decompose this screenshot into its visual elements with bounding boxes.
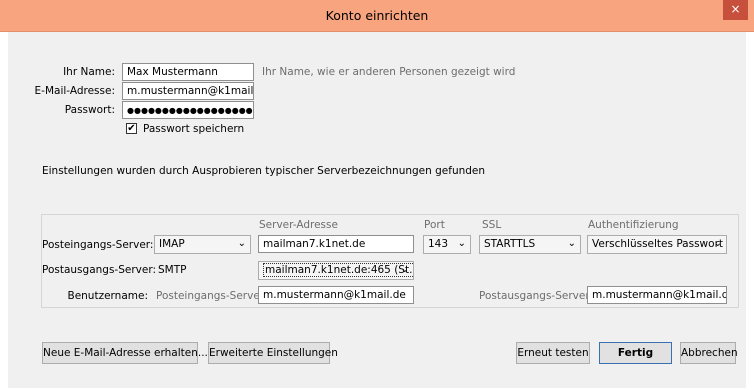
new-address-button[interactable]: Neue E-Mail-Adresse erhalten...: [42, 342, 208, 364]
save-password-checkbox[interactable]: ✔: [126, 123, 137, 134]
window-title: Konto einrichten: [325, 8, 429, 23]
header-ssl: SSL: [482, 219, 502, 231]
outgoing-server-select[interactable]: mailman7.k1net.de:465 (St... ⌄: [258, 261, 414, 280]
cancel-button[interactable]: Abbrechen: [680, 342, 738, 364]
incoming-protocol-select[interactable]: IMAP ⌄: [154, 235, 251, 254]
title-bar: Konto einrichten ×: [0, 0, 754, 32]
outgoing-server-label: Postausgangs-Server:: [42, 264, 156, 276]
save-password-label[interactable]: Passwort speichern: [143, 123, 244, 135]
header-authentication: Authentifizierung: [588, 219, 679, 231]
server-settings-group: Server-Adresse Port SSL Authentifizierun…: [41, 214, 739, 308]
chevron-down-icon: ⌄: [713, 238, 722, 249]
name-field[interactable]: Max Mustermann: [122, 63, 254, 81]
password-label: Passwort:: [64, 104, 115, 116]
username-incoming-label: Posteingangs-Server:: [156, 290, 268, 302]
name-label: Ihr Name:: [63, 66, 115, 78]
incoming-protocol-value: IMAP: [159, 238, 185, 250]
done-button[interactable]: Fertig: [599, 342, 672, 364]
advanced-settings-button[interactable]: Erweiterte Einstellungen: [208, 342, 338, 364]
outgoing-username-field[interactable]: m.mustermann@k1mail.de: [587, 286, 727, 304]
name-hint: Ihr Name, wie er anderen Personen gezeig…: [262, 66, 516, 78]
incoming-server-label: Posteingangs-Server:: [42, 239, 154, 251]
header-port: Port: [424, 219, 445, 231]
incoming-ssl-select[interactable]: STARTTLS ⌄: [479, 235, 581, 254]
password-field[interactable]: ●●●●●●●●●●●●●●●●●●●●: [122, 101, 254, 119]
incoming-server-address[interactable]: mailman7.k1net.de: [258, 235, 414, 253]
incoming-port-select[interactable]: 143 ⌄: [423, 235, 471, 254]
retest-button[interactable]: Erneut testen: [516, 342, 590, 364]
chevron-down-icon: ⌄: [457, 238, 466, 249]
outgoing-server-value: mailman7.k1net.de:465 (St...: [263, 263, 413, 277]
header-server-address: Server-Adresse: [259, 219, 338, 231]
username-outgoing-label: Postausgangs-Server:: [479, 290, 593, 302]
chevron-down-icon: ⌄: [400, 264, 409, 275]
dialog-body: Ihr Name: Max Mustermann Ihr Name, wie e…: [8, 32, 746, 388]
incoming-username-field[interactable]: m.mustermann@k1mail.de: [258, 286, 414, 304]
status-message: Einstellungen wurden durch Ausprobieren …: [42, 165, 486, 177]
email-label: E-Mail-Adresse:: [34, 85, 115, 97]
incoming-ssl-value: STARTTLS: [484, 238, 536, 250]
incoming-auth-select[interactable]: Verschlüsseltes Passwort ⌄: [587, 235, 727, 254]
chevron-down-icon: ⌄: [237, 238, 246, 249]
outgoing-protocol: SMTP: [158, 264, 187, 276]
incoming-auth-value: Verschlüsseltes Passwort: [592, 238, 723, 250]
incoming-port-value: 143: [428, 238, 449, 250]
close-icon[interactable]: ×: [723, 0, 748, 20]
chevron-down-icon: ⌄: [567, 238, 576, 249]
email-field[interactable]: m.mustermann@k1mail.de: [122, 82, 254, 100]
username-label: Benutzername:: [67, 290, 148, 302]
